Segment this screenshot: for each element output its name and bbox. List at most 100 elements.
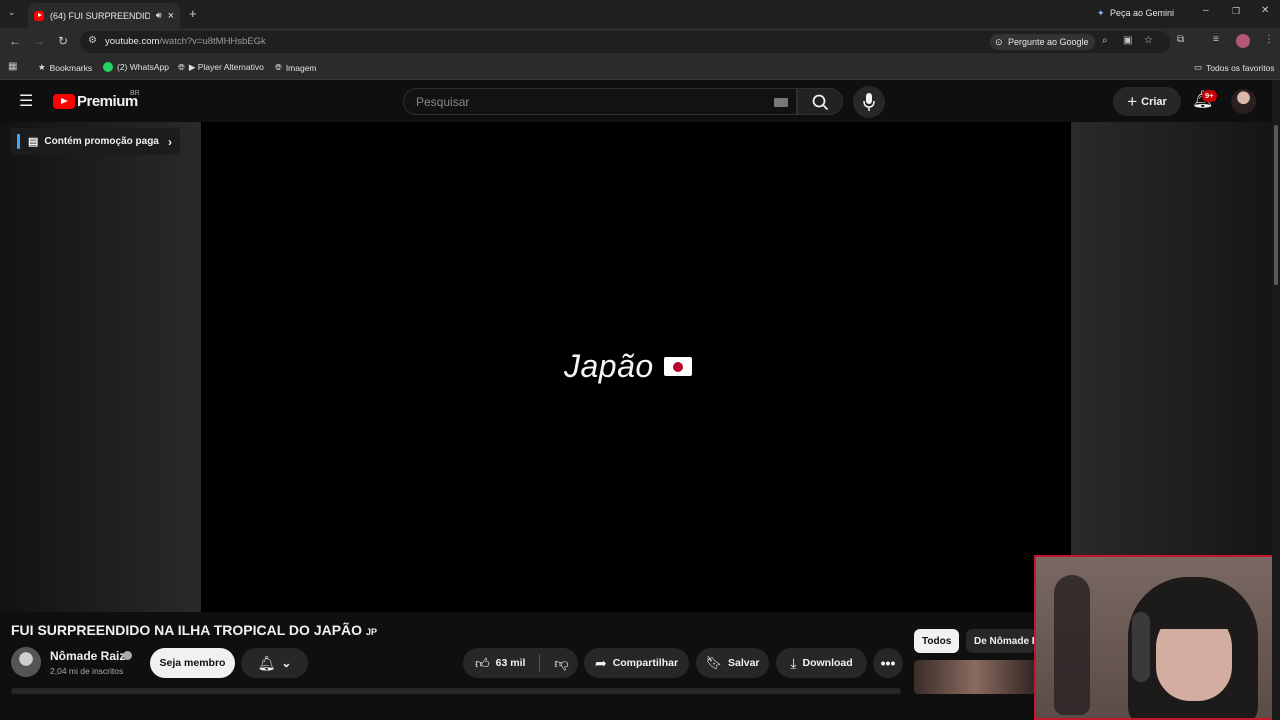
bookmark-star-icon[interactable]: ☆	[1144, 35, 1153, 46]
bookmark-label: Imagem	[285, 62, 317, 73]
thumbs-up-icon: 👍︎	[475, 654, 490, 671]
subscribe-notifications-button[interactable]: 🔔︎ ⌄	[241, 648, 308, 678]
new-tab-icon[interactable]: +	[189, 6, 197, 21]
bell-icon: 🔔︎	[257, 654, 276, 671]
ask-google-button[interactable]: ⊙ Pergunte ao Google	[990, 34, 1095, 50]
share-arrow-icon: ➦	[594, 654, 607, 671]
url-text[interactable]: youtube.com/watch?v=u8tMHHsbEGk	[105, 36, 266, 47]
browser-toolbar: ← → ↻ ⚙ youtube.com/watch?v=u8tMHHsbEGk …	[0, 28, 1280, 56]
channel-name[interactable]: Nômade Raiz	[50, 649, 125, 663]
tab-search-icon[interactable]: ⌄	[8, 7, 16, 18]
join-member-button[interactable]: Seja membro	[150, 648, 235, 678]
extensions-icon[interactable]: ⧉	[1177, 34, 1184, 45]
close-window-icon[interactable]: ✕	[1261, 5, 1269, 16]
like-button[interactable]: 👍︎ 63 mil	[475, 655, 525, 672]
microphone-icon	[863, 93, 875, 111]
site-info-icon[interactable]: ⚙	[88, 35, 97, 46]
create-button[interactable]: + Criar	[1113, 87, 1181, 116]
chevron-down-icon: ⌄	[281, 656, 292, 670]
maximize-icon[interactable]: ❐	[1232, 6, 1240, 17]
bookmark-item[interactable]: 🌐︎ ▶ Player Alternativo	[178, 62, 264, 73]
share-label: Compartilhar	[612, 657, 679, 669]
address-bar[interactable]: ⚙ youtube.com/watch?v=u8tMHHsbEGk ⊙ Pergu…	[80, 31, 1170, 53]
hamburger-menu-icon[interactable]: ☰	[19, 91, 33, 111]
browser-tab-active[interactable]: (64) FUI SURPREENDIDO NA ILHA TROPICAL D…	[28, 3, 180, 28]
menu-kebab-icon[interactable]: ⋮	[1264, 34, 1274, 45]
save-label: Salvar	[727, 657, 760, 669]
bookmarks-bar: ▦ ★ Bookmarks (2) WhatsApp 🌐︎ ▶ Player Alt…	[0, 56, 1280, 80]
browser-tab-bar: ⌄ (64) FUI SURPREENDIDO NA ILHA TROPICAL…	[0, 0, 1280, 28]
guitar-shape	[1054, 575, 1090, 715]
channel-avatar[interactable]	[11, 647, 41, 677]
forward-icon[interactable]: →	[33, 34, 45, 48]
like-count: 63 mil	[495, 657, 526, 669]
notification-badge: 9+	[1202, 90, 1217, 102]
promotion-label: Contém promoção paga	[44, 136, 159, 147]
more-actions-button[interactable]: •••	[873, 648, 903, 678]
gemini-button[interactable]: Peça ao Gemini	[1110, 8, 1174, 18]
webcam-overlay	[1034, 555, 1280, 720]
video-overlay-text: Japão	[564, 348, 654, 384]
share-button[interactable]: ➦ Compartilhar	[584, 648, 689, 678]
search-placeholder: Pesquisar	[416, 95, 470, 109]
search-input[interactable]: Pesquisar	[403, 88, 797, 115]
youtube-logo-text[interactable]: Premium	[77, 93, 138, 110]
ambient-right-area	[1071, 122, 1280, 612]
zoom-icon[interactable]: ⌕	[1102, 35, 1108, 46]
person-bangs	[1152, 599, 1236, 629]
whatsapp-icon	[103, 62, 113, 72]
bookmark-label: Bookmarks	[49, 62, 93, 73]
scrollbar-thumb[interactable]	[1274, 125, 1278, 285]
video-title-text: FUI SURPREENDIDO NA ILHA TROPICAL DO JAP…	[11, 622, 363, 638]
video-title-suffix: JP	[365, 627, 377, 637]
bookmark-icon: 🔖︎	[705, 655, 722, 670]
google-lens-icon: ⊙	[995, 37, 1003, 47]
voice-search-button[interactable]	[853, 86, 885, 118]
bookmark-label: (2) WhatsApp	[117, 62, 169, 72]
video-player[interactable]: Japão	[201, 122, 1071, 612]
region-code: BR	[130, 90, 140, 97]
media-control-icon[interactable]: ≡	[1213, 34, 1219, 45]
page-scrollbar[interactable]	[1272, 80, 1280, 720]
headphones-icon	[1132, 612, 1150, 682]
bookmark-item[interactable]: ★ Bookmarks	[38, 62, 92, 73]
video-frame-caption: Japão	[564, 348, 692, 385]
all-favorites-label: Todos os favoritos	[1206, 62, 1275, 73]
dislike-button[interactable]: 👎︎	[554, 655, 568, 672]
url-host: youtube.com	[105, 36, 160, 47]
url-path: /watch?v=u8tMHHsbEGk	[159, 36, 266, 47]
create-label: Criar	[1141, 95, 1167, 108]
bookmark-item[interactable]: (2) WhatsApp	[103, 62, 169, 72]
chip-from-channel[interactable]: De Nômade Raiz	[966, 629, 1036, 653]
youtube-favicon-icon	[34, 10, 44, 21]
gemini-icon: ✦	[1097, 8, 1105, 18]
description-box-edge[interactable]	[11, 688, 901, 694]
back-icon[interactable]: ←	[9, 34, 21, 48]
related-video-thumbnail[interactable]	[914, 660, 1036, 694]
chevron-right-icon: ›	[168, 134, 172, 149]
reload-icon[interactable]: ↻	[58, 34, 68, 48]
bookmark-item[interactable]: 🌐︎ Imagem	[275, 62, 317, 73]
chip-all[interactable]: Todos	[914, 629, 960, 653]
star-icon: ★	[38, 62, 46, 72]
all-favorites-folder[interactable]: ▭ Todos os favoritos	[1194, 62, 1275, 73]
download-button[interactable]: ⤓ Download	[776, 648, 867, 678]
download-label: Download	[802, 657, 853, 669]
keyboard-icon[interactable]	[774, 98, 788, 107]
paid-promotion-notice[interactable]: ▤ Contém promoção paga ›	[10, 128, 180, 155]
save-button[interactable]: 🔖︎ Salvar	[696, 648, 769, 678]
apps-grid-icon[interactable]: ▦	[8, 61, 17, 72]
more-horizontal-icon: •••	[880, 655, 896, 671]
bookmark-label: ▶ Player Alternativo	[188, 62, 264, 72]
minimize-icon[interactable]: –	[1203, 5, 1209, 16]
audio-icon[interactable]: 🔊︎	[156, 10, 162, 21]
search-button[interactable]	[797, 88, 843, 115]
tab-title: (64) FUI SURPREENDIDO NA ILHA TROPICAL D…	[50, 10, 150, 21]
japan-flag-icon	[663, 357, 692, 376]
close-tab-icon[interactable]: ×	[168, 10, 174, 22]
user-avatar[interactable]	[1231, 89, 1256, 114]
youtube-logo-icon[interactable]	[53, 94, 75, 109]
profile-avatar[interactable]	[1236, 34, 1250, 48]
install-app-icon[interactable]: ▣	[1123, 35, 1132, 46]
ask-google-label: Pergunte ao Google	[1008, 37, 1089, 47]
